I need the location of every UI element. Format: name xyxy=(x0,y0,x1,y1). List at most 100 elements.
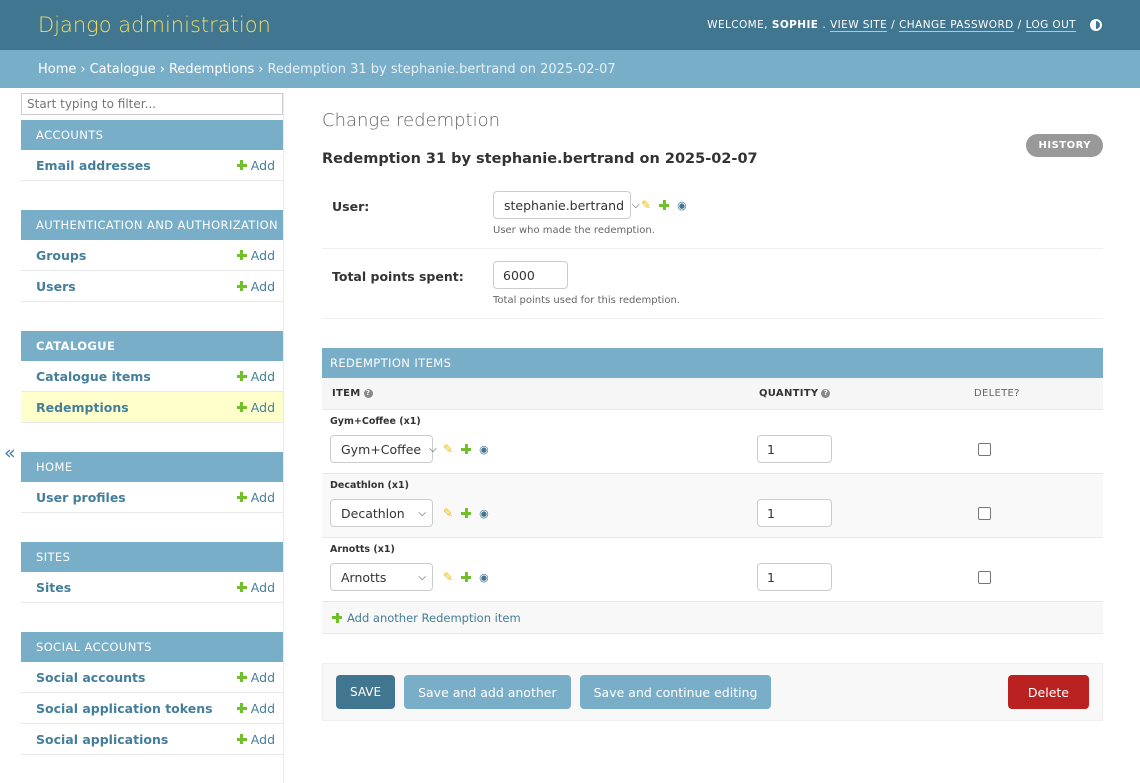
breadcrumb-home[interactable]: Home xyxy=(38,62,76,77)
pencil-icon[interactable]: ✎ xyxy=(443,442,453,456)
row-original: Gym+Coffee (x1) xyxy=(330,416,421,427)
log-out-link[interactable]: LOG OUT xyxy=(1025,19,1076,32)
plus-icon xyxy=(236,281,247,291)
plus-icon xyxy=(236,492,247,502)
add-link[interactable]: Add xyxy=(236,248,275,263)
plus-icon[interactable] xyxy=(461,444,472,454)
add-link[interactable]: Add xyxy=(236,732,275,747)
sidebar-item-social-accounts[interactable]: Social accounts Add xyxy=(21,662,283,693)
plus-icon xyxy=(236,703,247,713)
add-link[interactable]: Add xyxy=(236,490,275,505)
eye-icon[interactable]: ◉ xyxy=(479,571,489,584)
module-home: HOME User profiles Add xyxy=(21,452,283,513)
save-and-continue-button[interactable]: Save and continue editing xyxy=(579,675,772,709)
chevron-down-icon: ⌵ xyxy=(632,199,640,211)
module-caption[interactable]: SITES xyxy=(21,542,283,572)
add-link[interactable]: Add xyxy=(236,400,275,415)
plus-icon xyxy=(332,612,342,623)
table-row: Arnotts (x1) Arnotts ⌵ ✎ ◉ 1 xyxy=(322,538,1103,602)
table-row: Decathlon (x1) Decathlon ⌵ ✎ ◉ 1 xyxy=(322,474,1103,538)
sidebar-item-sites[interactable]: Sites Add xyxy=(21,572,283,603)
add-link[interactable]: Add xyxy=(236,158,275,173)
view-site-link[interactable]: VIEW SITE xyxy=(830,19,888,32)
header: Django administration WELCOME, SOPHIE. V… xyxy=(0,0,1140,50)
pencil-icon[interactable]: ✎ xyxy=(443,570,453,584)
eye-icon[interactable]: ◉ xyxy=(479,443,489,456)
module-caption[interactable]: ACCOUNTS xyxy=(21,120,283,150)
site-name[interactable]: Django administration xyxy=(38,13,271,37)
module-accounts: ACCOUNTS Email addresses Add xyxy=(21,120,283,181)
eye-icon[interactable]: ◉ xyxy=(479,507,489,520)
module-caption[interactable]: AUTHENTICATION AND AUTHORIZATION xyxy=(21,210,283,240)
history-button[interactable]: HISTORY xyxy=(1026,134,1103,157)
item-select[interactable]: Arnotts ⌵ xyxy=(330,563,433,591)
sidebar-item-users[interactable]: Users Add xyxy=(21,271,283,302)
module-caption[interactable]: HOME xyxy=(21,452,283,482)
submit-row: SAVE Save and add another Save and conti… xyxy=(322,663,1103,721)
eye-icon[interactable]: ◉ xyxy=(677,199,687,212)
username: SOPHIE xyxy=(771,19,819,31)
save-and-add-another-button[interactable]: Save and add another xyxy=(404,675,571,709)
plus-icon[interactable] xyxy=(461,508,472,518)
delete-checkbox[interactable] xyxy=(978,506,991,520)
user-help-text: User who made the redemption. xyxy=(493,225,655,236)
user-label: User: xyxy=(332,199,370,214)
inline-table-header: ITEM? QUANTITY? DELETE? xyxy=(322,378,1103,410)
sidebar-item-social-applications[interactable]: Social applications Add xyxy=(21,724,283,755)
separator: / xyxy=(1017,19,1022,31)
add-link[interactable]: Add xyxy=(236,369,275,384)
separator: / xyxy=(891,19,896,31)
breadcrumb-redemptions[interactable]: Redemptions xyxy=(169,62,254,77)
item-select[interactable]: Gym+Coffee ⌵ xyxy=(330,435,437,463)
pencil-icon[interactable]: ✎ xyxy=(641,198,651,212)
plus-icon xyxy=(236,371,247,381)
quantity-input[interactable]: 1 xyxy=(757,499,832,527)
points-input[interactable]: 6000 xyxy=(493,261,568,289)
field-user: User: stephanie.bertrand ⌵ ✎ ◉ User who … xyxy=(322,179,1103,249)
change-password-link[interactable]: CHANGE PASSWORD xyxy=(899,19,1014,32)
module-caption[interactable]: SOCIAL ACCOUNTS xyxy=(21,632,283,662)
module-social-accounts: SOCIAL ACCOUNTS Social accounts Add Soci… xyxy=(21,632,283,755)
content: Change redemption HISTORY Redemption 31 … xyxy=(322,88,1103,721)
plus-icon xyxy=(236,582,247,592)
help-icon: ? xyxy=(821,389,831,398)
sidebar-item-email-addresses[interactable]: Email addresses Add xyxy=(21,150,283,181)
plus-icon xyxy=(236,734,247,744)
breadcrumb: Home › Catalogue › Redemptions › Redempt… xyxy=(0,50,1140,88)
sidebar-item-social-application-tokens[interactable]: Social application tokens Add xyxy=(21,693,283,724)
delete-checkbox[interactable] xyxy=(978,570,991,584)
module-caption[interactable]: CATALOGUE xyxy=(21,331,283,361)
user-select[interactable]: stephanie.bertrand ⌵ xyxy=(493,191,640,219)
delete-button[interactable]: Delete xyxy=(1007,675,1089,709)
theme-toggle-icon[interactable] xyxy=(1090,19,1102,31)
sidebar-item-user-profiles[interactable]: User profiles Add xyxy=(21,482,283,513)
chevron-down-icon: ⌵ xyxy=(429,443,437,455)
plus-icon[interactable] xyxy=(659,200,670,210)
nav-filter-input[interactable] xyxy=(21,93,283,115)
nav-sidebar: ACCOUNTS Email addresses Add AUTHENTICAT… xyxy=(21,93,284,783)
quantity-input[interactable]: 1 xyxy=(757,435,832,463)
plus-icon xyxy=(236,160,247,170)
page-title: Change redemption xyxy=(322,110,501,131)
add-link[interactable]: Add xyxy=(236,279,275,294)
add-link[interactable]: Add xyxy=(236,670,275,685)
points-help-text: Total points used for this redemption. xyxy=(493,295,680,306)
breadcrumb-catalogue[interactable]: Catalogue xyxy=(90,62,156,77)
save-button[interactable]: SAVE xyxy=(336,675,396,709)
delete-checkbox[interactable] xyxy=(978,442,991,456)
plus-icon[interactable] xyxy=(461,572,472,582)
inline-caption: REDEMPTION ITEMS xyxy=(322,348,1103,378)
add-another-redemption-item-link[interactable]: Add another Redemption item xyxy=(322,602,1103,634)
sidebar-item-catalogue-items[interactable]: Catalogue items Add xyxy=(21,361,283,392)
add-link[interactable]: Add xyxy=(236,580,275,595)
sidebar-item-groups[interactable]: Groups Add xyxy=(21,240,283,271)
breadcrumb-current: Redemption 31 by stephanie.bertrand on 2… xyxy=(267,61,616,77)
item-select[interactable]: Decathlon ⌵ xyxy=(330,499,433,527)
sidebar-item-redemptions[interactable]: Redemptions Add xyxy=(21,392,283,423)
quantity-input[interactable]: 1 xyxy=(757,563,832,591)
row-original: Decathlon (x1) xyxy=(330,480,409,491)
chevron-down-icon: ⌵ xyxy=(418,571,426,583)
pencil-icon[interactable]: ✎ xyxy=(443,506,453,520)
toggle-nav-sidebar-button[interactable]: « xyxy=(4,442,16,464)
add-link[interactable]: Add xyxy=(236,701,275,716)
